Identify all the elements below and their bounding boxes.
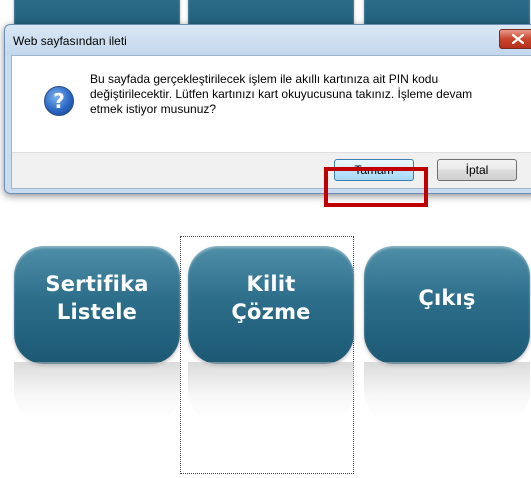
dialog-button-bar: Tamam İptal — [12, 152, 531, 188]
tile-reflection — [14, 362, 180, 422]
dialog-titlebar[interactable]: Web sayfasından ileti — [5, 25, 531, 55]
cancel-button[interactable]: İptal — [437, 159, 517, 181]
tile-reflection — [364, 362, 530, 422]
kilit-cozme-label: Kilit Çözme — [231, 272, 311, 324]
cikis-button[interactable]: Çıkış — [364, 246, 530, 364]
sertifika-listele-label: Sertifika Listele — [45, 272, 149, 324]
dialog-title: Web sayfasından ileti — [13, 34, 127, 48]
message-area: ? Bu sayfada gerçekleştirilecek işlem il… — [12, 56, 531, 152]
kilit-cozme-button[interactable]: Kilit Çözme — [188, 246, 354, 364]
message-dialog: Web sayfasından ileti ? Bu sayfada gerçe… — [4, 24, 531, 194]
ok-button-highlight — [324, 167, 428, 207]
dialog-message: Bu sayfada gerçekleştirilecek işlem ile … — [90, 72, 473, 116]
sertifika-listele-button[interactable]: Sertifika Listele — [14, 246, 180, 364]
question-icon: ? — [44, 86, 74, 116]
close-icon — [512, 34, 524, 44]
cikis-label: Çıkış — [418, 286, 476, 310]
dialog-content: ? Bu sayfada gerçekleştirilecek işlem il… — [11, 55, 531, 189]
close-button[interactable] — [499, 29, 531, 49]
tile-reflection — [188, 362, 354, 422]
